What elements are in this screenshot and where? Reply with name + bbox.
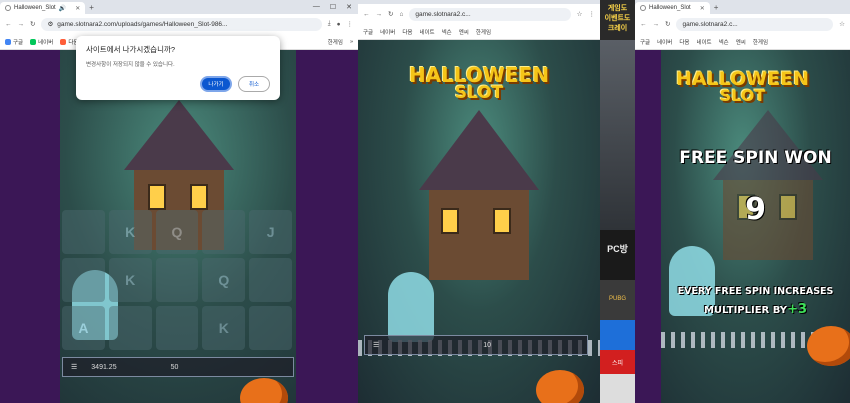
forward-icon[interactable]: →: [18, 21, 25, 28]
speaker-icon: 🔊: [58, 5, 67, 12]
ad-banner[interactable]: 게임도 이벤트도 크레이 PC방 PUBG 스피: [600, 0, 635, 403]
bookmarks-bar: 구글 네이버 다음 네이트 넥슨 엔씨 한게임: [358, 24, 600, 40]
close-window-icon[interactable]: ✕: [346, 3, 352, 11]
star-icon[interactable]: ☆: [577, 10, 583, 18]
menu-icon[interactable]: ☰: [71, 363, 77, 371]
slot-reels: KQJ KQ AK: [62, 210, 292, 350]
address-bar[interactable]: ⚙ game.slotnara2.com/uploads/games/Hallo…: [41, 17, 322, 31]
game-hud: ☰ 10: [364, 335, 588, 355]
edge-icon: [600, 320, 635, 350]
menu-icon[interactable]: ☰: [373, 341, 379, 349]
free-spin-count: 9: [745, 192, 766, 227]
bookmark-nexon[interactable]: 넥슨: [442, 28, 452, 36]
haunted-house: [713, 110, 824, 260]
maximize-icon[interactable]: ☐: [330, 3, 336, 11]
dialog-message: 변경사항이 저장되지 않을 수 있습니다.: [86, 62, 175, 68]
globe-icon: [640, 5, 646, 11]
free-spin-won-title: FREE SPIN WON: [679, 148, 832, 168]
url-text: game.slotnara2.c...: [415, 10, 471, 18]
star-icon[interactable]: ☆: [839, 20, 845, 28]
bookmark-naver[interactable]: 네이버: [30, 38, 53, 46]
haunted-house: [419, 110, 539, 280]
close-icon[interactable]: ✕: [700, 5, 705, 12]
tab-title: Halloween_Slot: [14, 5, 56, 11]
profile-icon[interactable]: ●: [337, 21, 341, 28]
reload-icon[interactable]: ↻: [388, 10, 393, 18]
back-icon[interactable]: ←: [5, 21, 12, 28]
url-text: game.slotnara2.c...: [682, 20, 738, 28]
leave-site-dialog: 사이트에서 나가시겠습니까? 변경사항이 저장되지 않을 수 있습니다. 나가기…: [76, 36, 280, 100]
bookmark-hangame[interactable]: 한게임: [753, 38, 768, 46]
game-hud: ☰ 3491.25 50: [62, 357, 294, 377]
new-tab-icon[interactable]: +: [89, 3, 94, 12]
bookmark-hangame[interactable]: 한게임: [476, 28, 491, 36]
bookmark-nexon[interactable]: 넥슨: [719, 38, 729, 46]
cancel-button[interactable]: 취소: [238, 76, 270, 92]
bookmark-google[interactable]: 구글: [363, 28, 373, 36]
address-bar[interactable]: game.slotnara2.c...: [409, 7, 571, 21]
dialog-title: 사이트에서 나가시겠습니까?: [86, 45, 176, 54]
bookmark-naver[interactable]: 네이버: [657, 38, 672, 46]
pumpkin-image: [536, 370, 584, 403]
back-icon[interactable]: ←: [640, 21, 647, 28]
bookmark-google[interactable]: 구글: [5, 38, 23, 46]
increase-line-2: MULTIPLIER BY+3: [703, 302, 808, 317]
game-logo: HALLOWEEN SLOT: [675, 68, 810, 106]
back-icon[interactable]: ←: [363, 11, 370, 18]
minimize-icon[interactable]: —: [313, 3, 320, 11]
url-text: game.slotnara2.com/uploads/games/Hallowe…: [57, 20, 228, 28]
tab-bar: Halloween_Slot ✕ +: [635, 0, 850, 14]
bookmark-nate[interactable]: 네이트: [696, 38, 711, 46]
middle-browser-window: —☐ ← → ↻ ⌂ game.slotnara2.c... ☆ ⋮ 구글 네이…: [358, 0, 600, 403]
hud-value: 10: [483, 341, 492, 349]
multiplier-increase: +3: [787, 302, 808, 317]
bookmark-naver[interactable]: 네이버: [380, 28, 395, 36]
bookmark-nate[interactable]: 네이트: [419, 28, 434, 36]
leave-button[interactable]: 나가기: [200, 76, 232, 92]
bookmark-ncsoft[interactable]: 엔씨: [736, 38, 746, 46]
toolbar: ← → ↻ ⌂ game.slotnara2.c... ☆ ⋮: [358, 4, 600, 24]
home-icon[interactable]: ⌂: [399, 11, 403, 18]
forward-icon[interactable]: →: [653, 21, 660, 28]
increase-line-1: EVERY FREE SPIN INCREASES: [677, 286, 834, 297]
address-bar[interactable]: game.slotnara2.c...: [676, 17, 834, 31]
toolbar: ← → ↻ game.slotnara2.c... ☆: [635, 14, 850, 34]
game-area[interactable]: HALLOWEEN SLOT ☰ 10: [358, 40, 600, 403]
menu-icon[interactable]: ⋮: [347, 20, 354, 28]
right-browser-window: Halloween_Slot ✕ + ← → ↻ game.slotnara2.…: [635, 0, 850, 403]
bookmark-hangame[interactable]: 한게임: [328, 38, 343, 46]
reload-icon[interactable]: ↻: [30, 20, 35, 28]
bookmark-daum[interactable]: 다음: [402, 28, 412, 36]
tab-bar: Halloween_Slot 🔊 ✕ + — ☐ ✕: [0, 0, 358, 14]
menu-icon[interactable]: ⋮: [589, 10, 596, 18]
left-browser-window: Halloween_Slot 🔊 ✕ + — ☐ ✕ ← → ↻ ⚙ game.sl…: [0, 0, 358, 403]
game-logo: HALLOWEEN SLOT: [408, 63, 550, 103]
bookmarks-bar: 구글 네이버 다음 네이트 넥슨 엔씨 한게임: [635, 34, 850, 50]
tab-halloween-slot[interactable]: Halloween_Slot ✕: [635, 2, 710, 14]
bookmark-ncsoft[interactable]: 엔씨: [459, 28, 469, 36]
tab-title: Halloween_Slot: [649, 5, 691, 11]
forward-icon[interactable]: →: [376, 11, 383, 18]
tab-halloween-slot[interactable]: Halloween_Slot 🔊 ✕: [0, 2, 86, 14]
pumpkin-image: [807, 326, 850, 366]
reload-icon[interactable]: ↻: [665, 20, 670, 28]
bookmark-google[interactable]: 구글: [640, 38, 650, 46]
new-tab-icon[interactable]: +: [714, 3, 719, 12]
download-icon[interactable]: ⤓: [328, 20, 331, 28]
close-icon[interactable]: ✕: [75, 5, 80, 12]
site-info-icon[interactable]: ⚙: [47, 20, 53, 28]
more-bookmarks-icon[interactable]: »: [350, 39, 353, 45]
game-area[interactable]: HALLOWEEN SLOT FREE SPIN WON 9 EVERY FRE…: [635, 50, 850, 403]
ghost-image: [388, 272, 434, 342]
bookmark-daum[interactable]: 다음: [679, 38, 689, 46]
toolbar: ← → ↻ ⚙ game.slotnara2.com/uploads/games…: [0, 14, 358, 34]
bet-value: 50: [170, 363, 179, 371]
globe-icon: [5, 5, 11, 11]
balance-value: 3491.25: [91, 363, 117, 371]
